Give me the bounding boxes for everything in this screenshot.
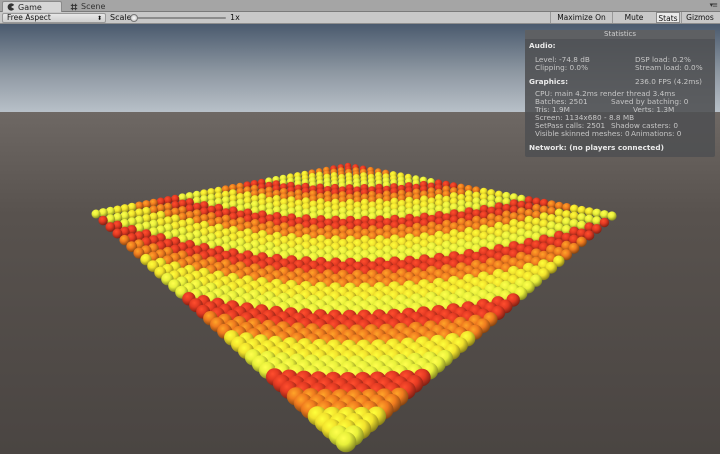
game-toolbar: Free Aspect ⬍ Scale 1x Maximize On Play … [0, 12, 720, 33]
aspect-value: Free Aspect [7, 13, 51, 22]
scale-label: Scale [110, 13, 132, 22]
statistics-panel: Statistics Audio: Level: -74.8 dB Clippi… [525, 30, 715, 157]
graphics-header: Graphics: [529, 77, 569, 86]
tab-game-label: Game [18, 2, 42, 12]
audio-header: Audio: [529, 41, 556, 50]
tab-scene[interactable]: Scene [66, 1, 126, 12]
gizmos-dropdown[interactable]: Gizmos [681, 12, 718, 23]
maximize-on-play-toggle[interactable]: Maximize On Play [550, 12, 612, 33]
sphere [591, 224, 602, 234]
verts: Verts: 1.3M [633, 105, 675, 114]
sphere [607, 211, 617, 221]
scale-slider-track[interactable] [130, 17, 226, 19]
tab-game[interactable]: Game [2, 1, 62, 12]
statistics-title: Statistics [525, 30, 715, 39]
network-status: Network: (no players connected) [529, 143, 664, 152]
pacman-icon [7, 3, 15, 11]
sphere [599, 217, 610, 228]
tab-bar: Game Scene ▾≡ [0, 0, 720, 12]
game-viewport[interactable]: Statistics Audio: Level: -74.8 dB Clippi… [0, 24, 720, 454]
sphere [91, 209, 101, 219]
mute-audio-toggle[interactable]: Mute Audio [612, 12, 655, 33]
grid-icon [70, 3, 78, 10]
sphere [98, 215, 108, 226]
dropdown-arrow-icon: ⬍ [96, 15, 102, 22]
window-menu-icon[interactable]: ▾≡ [710, 1, 718, 9]
tab-scene-label: Scene [81, 2, 106, 11]
stats-toggle[interactable]: Stats [656, 12, 680, 23]
scale-value: 1x [230, 13, 240, 22]
skinned-meshes: Visible skinned meshes: 0 [535, 129, 630, 138]
animations: Animations: 0 [631, 129, 682, 138]
fps-value: 236.0 FPS (4.2ms) [635, 77, 702, 86]
stream-load: Stream load: 0.0% [635, 63, 703, 72]
sphere [335, 431, 357, 453]
scale-slider-thumb[interactable] [130, 14, 138, 22]
audio-clipping: Clipping: 0.0% [535, 63, 589, 72]
aspect-dropdown[interactable]: Free Aspect ⬍ [2, 13, 106, 23]
